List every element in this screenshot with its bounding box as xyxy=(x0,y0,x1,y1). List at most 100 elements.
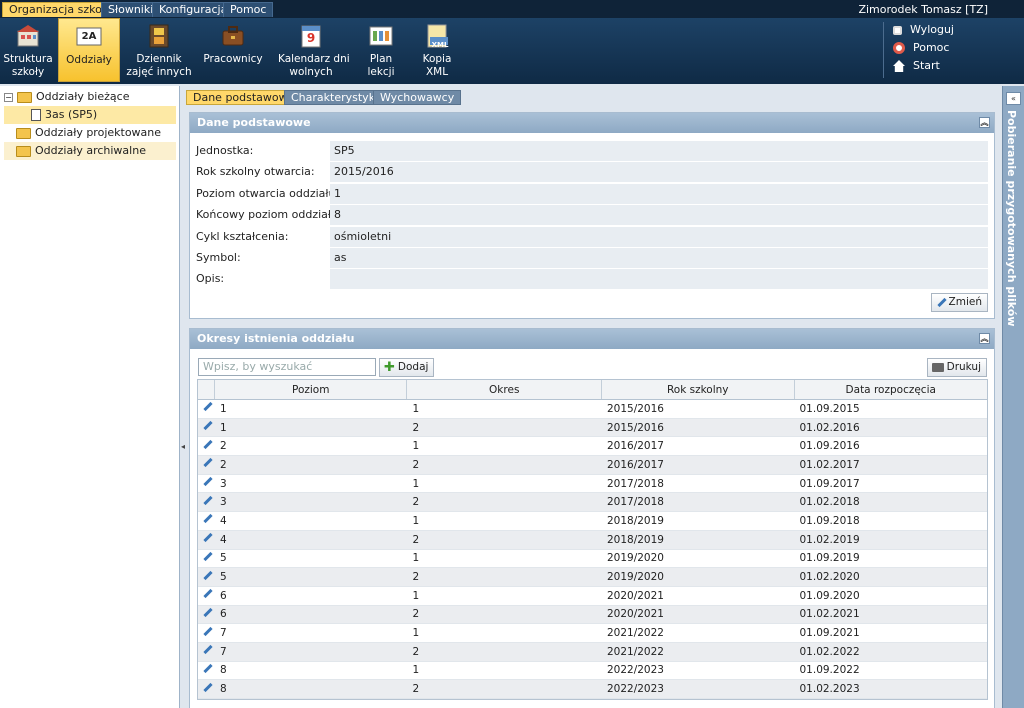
edit-row-icon[interactable] xyxy=(198,514,215,527)
table-row[interactable]: 8 1 2022/2023 01.09.2022 xyxy=(198,662,987,681)
table-row[interactable]: 1 1 2015/2016 01.09.2015 xyxy=(198,400,987,419)
print-button[interactable]: Drukuj xyxy=(926,358,987,377)
collapse-panel-icon[interactable]: ︽ xyxy=(979,117,990,128)
lock-icon xyxy=(893,25,902,35)
panel-header: Okresy istnienia oddziału ︽ xyxy=(190,329,994,349)
search-input[interactable]: Wpisz, by wyszukać xyxy=(198,358,376,376)
table-row[interactable]: 6 1 2020/2021 01.09.2020 xyxy=(198,587,987,606)
cell-data-rozpoczecia: 01.02.2020 xyxy=(799,571,860,584)
add-button[interactable]: ✚ Dodaj xyxy=(379,358,435,377)
table-row[interactable]: 6 2 2020/2021 01.02.2021 xyxy=(198,605,987,625)
pencil-icon xyxy=(936,298,946,308)
table-row[interactable]: 4 1 2018/2019 01.09.2018 xyxy=(198,512,987,531)
class-tree: − Oddziały bieżące 3as (SP5) Oddziały pr… xyxy=(0,86,180,708)
cell-rok-szkolny: 2019/2020 xyxy=(606,571,664,584)
tree-node-3as[interactable]: 3as (SP5) xyxy=(4,106,176,124)
table-row[interactable]: 5 1 2019/2020 01.09.2019 xyxy=(198,550,987,569)
cell-okres: 1 xyxy=(412,402,420,415)
printer-icon xyxy=(931,363,944,372)
cell-rok-szkolny: 2016/2017 xyxy=(606,458,664,471)
ribbon-label: Plan lekcji xyxy=(367,53,395,78)
ribbon-button-kalendarz[interactable]: Kalendarz dni wolnych 9 xyxy=(278,18,350,82)
cell-poziom: 3 xyxy=(219,477,227,490)
edit-row-icon[interactable] xyxy=(198,458,215,471)
edit-row-icon[interactable] xyxy=(198,477,215,490)
ribbon-button-pracownicy[interactable]: Pracownicy xyxy=(203,18,263,82)
table-row[interactable]: 8 2 2022/2023 01.02.2023 xyxy=(198,680,987,699)
splitter-arrow-icon[interactable]: ◂ xyxy=(181,442,185,451)
edit-row-icon[interactable] xyxy=(198,627,215,640)
table-row[interactable]: 2 1 2016/2017 01.09.2016 xyxy=(198,437,987,457)
edit-row-icon[interactable] xyxy=(198,645,215,658)
tree-node-label: 3as (SP5) xyxy=(45,108,98,121)
menu-tab-konfiguracja[interactable]: Konfiguracja xyxy=(152,2,235,17)
cell-poziom: 6 xyxy=(219,589,227,602)
field-value: 8 xyxy=(330,205,988,225)
header-poziom[interactable]: Poziom xyxy=(215,380,408,399)
table-row[interactable]: 1 2 2015/2016 01.02.2016 xyxy=(198,418,987,438)
tab-wychowawcy[interactable]: Wychowawcy xyxy=(373,90,462,105)
periods-panel: Okresy istnienia oddziału ︽ Wpisz, by wy… xyxy=(189,328,995,708)
cell-poziom: 7 xyxy=(219,627,227,640)
cell-poziom: 3 xyxy=(219,496,227,509)
panel-splitter[interactable]: ◂ xyxy=(181,86,185,708)
cell-rok-szkolny: 2017/2018 xyxy=(606,477,664,490)
edit-row-icon[interactable] xyxy=(198,571,215,584)
cell-poziom: 8 xyxy=(219,683,227,696)
ribbon-button-struktura[interactable]: Struktura szkoły xyxy=(2,18,54,82)
files-sidebar[interactable]: « Pobieranie przygotowanych plików xyxy=(1002,86,1024,708)
field-row: Końcowy poziom oddziału: 8 xyxy=(196,205,988,226)
edit-row-icon[interactable] xyxy=(198,589,215,602)
cell-okres: 2 xyxy=(412,496,420,509)
tree-node-current[interactable]: − Oddziały bieżące xyxy=(4,88,129,106)
edit-row-icon[interactable] xyxy=(198,421,215,434)
expand-sidebar-icon[interactable]: « xyxy=(1006,92,1021,105)
edit-row-icon[interactable] xyxy=(198,608,215,621)
collapse-panel-icon[interactable]: ︽ xyxy=(979,333,990,344)
ribbon-button-plan-lekcji[interactable]: Plan lekcji xyxy=(355,18,407,82)
table-row[interactable]: 2 2 2016/2017 01.02.2017 xyxy=(198,456,987,475)
cell-poziom: 5 xyxy=(219,552,227,565)
field-label: Rok szkolny otwarcia: xyxy=(196,165,315,178)
menu-tab-pomoc[interactable]: Pomoc xyxy=(223,2,274,17)
xml-file-icon xyxy=(427,24,448,48)
add-button-label: Dodaj xyxy=(397,361,429,373)
edit-row-icon[interactable] xyxy=(198,496,215,509)
table-row[interactable]: 7 2 2021/2022 01.02.2022 xyxy=(198,642,987,662)
logout-link[interactable]: Wyloguj xyxy=(893,21,954,39)
collapse-icon[interactable]: − xyxy=(4,92,13,102)
header-rok-szkolny[interactable]: Rok szkolny xyxy=(602,380,795,399)
cell-rok-szkolny: 2015/2016 xyxy=(606,402,664,415)
cell-okres: 2 xyxy=(412,458,420,471)
edit-row-icon[interactable] xyxy=(198,664,215,677)
table-row[interactable]: 4 2 2018/2019 01.02.2019 xyxy=(198,530,987,550)
panel-header: Dane podstawowe ︽ xyxy=(190,113,994,133)
table-row[interactable]: 3 2 2017/2018 01.02.2018 xyxy=(198,493,987,513)
field-label: Symbol: xyxy=(196,251,241,264)
start-link[interactable]: Start xyxy=(893,57,954,75)
field-value: as xyxy=(330,248,988,268)
edit-row-icon[interactable] xyxy=(198,683,215,696)
table-row[interactable]: 3 1 2017/2018 01.09.2017 xyxy=(198,475,987,494)
help-link[interactable]: Pomoc xyxy=(893,39,954,57)
header-data-rozpoczecia[interactable]: Data rozpoczęcia xyxy=(795,380,988,399)
header-edit-column xyxy=(198,380,215,399)
ribbon-button-kopia-xml[interactable]: Kopia XML XML xyxy=(417,18,457,82)
table-row[interactable]: 7 1 2021/2022 01.09.2021 xyxy=(198,624,987,643)
tree-node-archived[interactable]: Oddziały archiwalne xyxy=(4,142,176,160)
edit-row-icon[interactable] xyxy=(198,440,215,453)
ribbon-label: Pracownicy xyxy=(203,53,263,65)
edit-row-icon[interactable] xyxy=(198,402,215,415)
ribbon-button-oddzialy[interactable]: Oddziały 2A xyxy=(58,18,120,82)
edit-row-icon[interactable] xyxy=(198,533,215,546)
edit-row-icon[interactable] xyxy=(198,552,215,565)
ribbon-button-dziennik[interactable]: Dziennik zajęć innych xyxy=(126,18,192,82)
change-button[interactable]: Zmień xyxy=(930,293,988,312)
cell-data-rozpoczecia: 01.09.2020 xyxy=(799,589,860,602)
tree-node-projected[interactable]: Oddziały projektowane xyxy=(4,124,161,142)
table-header: Poziom Okres Rok szkolny Data rozpoczęci… xyxy=(198,380,987,400)
table-row[interactable]: 5 2 2019/2020 01.02.2020 xyxy=(198,568,987,587)
basic-data-panel: Dane podstawowe ︽ Jednostka: SP5 Rok szko… xyxy=(189,112,995,319)
menu-bar: Organizacja szkoły Słowniki Konfiguracja… xyxy=(0,0,1024,18)
header-okres[interactable]: Okres xyxy=(407,380,602,399)
